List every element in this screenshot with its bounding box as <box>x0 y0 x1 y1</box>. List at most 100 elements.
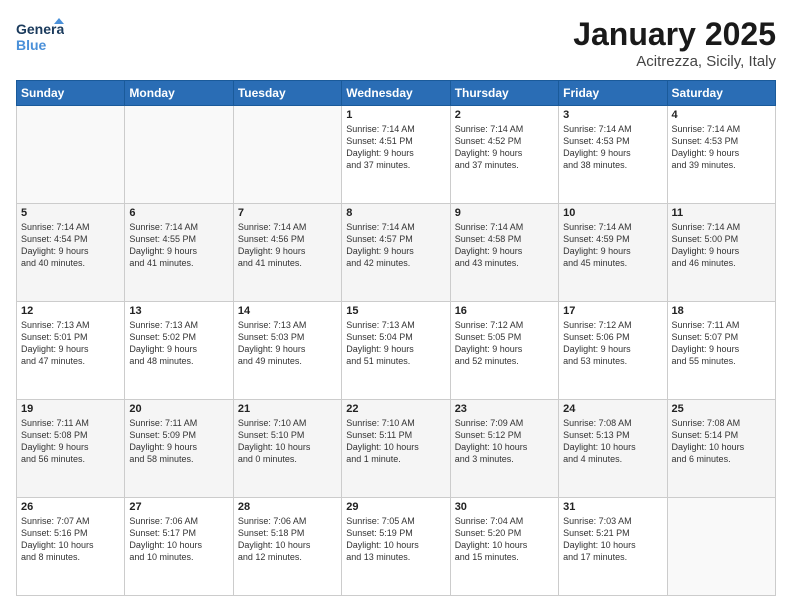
calendar-cell: 23Sunrise: 7:09 AM Sunset: 5:12 PM Dayli… <box>450 400 558 498</box>
week-row-2: 12 Sunrise: 7:13 AM Sunset: 5:01 PM Dayli… <box>17 302 776 400</box>
calendar-cell: 31 Sunrise: 7:03 AM Sunset: 5:21 PM Dayli… <box>559 498 667 596</box>
logo-icon: General Blue <box>16 16 64 56</box>
day-info: Sunrise: 7:05 AM Sunset: 5:19 PM Dayligh… <box>346 515 445 564</box>
day-info: Sunrise: 7:14 AM Sunset: 4:51 PM Dayligh… <box>346 123 445 172</box>
day-info: Sunrise: 7:10 AM Sunset: 5:10 PM Dayligh… <box>238 417 337 466</box>
day-header-wednesday: Wednesday <box>342 81 450 106</box>
day-header-tuesday: Tuesday <box>233 81 341 106</box>
day-info: Sunrise: 7:14 AM Sunset: 4:53 PM Dayligh… <box>563 123 662 172</box>
calendar-cell <box>233 106 341 204</box>
day-info: Sunrise: 7:14 AM Sunset: 4:55 PM Dayligh… <box>129 221 228 270</box>
svg-text:Blue: Blue <box>16 37 47 53</box>
day-info: Sunrise: 7:14 AM Sunset: 4:56 PM Dayligh… <box>238 221 337 270</box>
day-number: 26 <box>21 501 120 513</box>
calendar-cell: 7 Sunrise: 7:14 AM Sunset: 4:56 PM Daylig… <box>233 204 341 302</box>
day-number: 12 <box>21 305 120 317</box>
day-info: Sunrise: 7:03 AM Sunset: 5:21 PM Dayligh… <box>563 515 662 564</box>
calendar-cell: 21 Sunrise: 7:10 AM Sunset: 5:10 PM Dayli… <box>233 400 341 498</box>
calendar-cell <box>17 106 125 204</box>
day-number: 6 <box>129 207 228 219</box>
calendar-cell: 10 Sunrise: 7:14 AM Sunset: 4:59 PM Dayli… <box>559 204 667 302</box>
calendar-cell: 5Sunrise: 7:14 AM Sunset: 4:54 PM Daylig… <box>17 204 125 302</box>
day-info: Sunrise: 7:14 AM Sunset: 4:57 PM Dayligh… <box>346 221 445 270</box>
calendar-cell: 9Sunrise: 7:14 AM Sunset: 4:58 PM Daylig… <box>450 204 558 302</box>
day-number: 17 <box>563 305 662 317</box>
day-number: 14 <box>238 305 337 317</box>
calendar-cell: 27 Sunrise: 7:06 AM Sunset: 5:17 PM Dayli… <box>125 498 233 596</box>
day-number: 22 <box>346 403 445 415</box>
day-info: Sunrise: 7:04 AM Sunset: 5:20 PM Dayligh… <box>455 515 554 564</box>
day-info: Sunrise: 7:13 AM Sunset: 5:02 PM Dayligh… <box>129 319 228 368</box>
calendar-cell: 13 Sunrise: 7:13 AM Sunset: 5:02 PM Dayli… <box>125 302 233 400</box>
day-number: 18 <box>672 305 771 317</box>
day-number: 1 <box>346 109 445 121</box>
day-number: 25 <box>672 403 771 415</box>
day-number: 2 <box>455 109 554 121</box>
day-number: 19 <box>21 403 120 415</box>
logo: General Blue <box>16 16 64 61</box>
calendar-cell: 14 Sunrise: 7:13 AM Sunset: 5:03 PM Dayli… <box>233 302 341 400</box>
day-number: 16 <box>455 305 554 317</box>
day-info: Sunrise: 7:14 AM Sunset: 4:59 PM Dayligh… <box>563 221 662 270</box>
calendar-cell: 6 Sunrise: 7:14 AM Sunset: 4:55 PM Daylig… <box>125 204 233 302</box>
calendar-cell: 20 Sunrise: 7:11 AM Sunset: 5:09 PM Dayli… <box>125 400 233 498</box>
day-number: 10 <box>563 207 662 219</box>
calendar-cell: 18 Sunrise: 7:11 AM Sunset: 5:07 PM Dayli… <box>667 302 775 400</box>
day-number: 24 <box>563 403 662 415</box>
day-info: Sunrise: 7:08 AM Sunset: 5:13 PM Dayligh… <box>563 417 662 466</box>
week-row-3: 19 Sunrise: 7:11 AM Sunset: 5:08 PM Dayli… <box>17 400 776 498</box>
day-info: Sunrise: 7:12 AM Sunset: 5:06 PM Dayligh… <box>563 319 662 368</box>
day-number: 20 <box>129 403 228 415</box>
day-info: Sunrise: 7:11 AM Sunset: 5:08 PM Dayligh… <box>21 417 120 466</box>
day-info: Sunrise: 7:13 AM Sunset: 5:01 PM Dayligh… <box>21 319 120 368</box>
calendar-cell: 11 Sunrise: 7:14 AM Sunset: 5:00 PM Dayli… <box>667 204 775 302</box>
day-number: 15 <box>346 305 445 317</box>
day-info: Sunrise: 7:11 AM Sunset: 5:09 PM Dayligh… <box>129 417 228 466</box>
day-info: Sunrise: 7:11 AM Sunset: 5:07 PM Dayligh… <box>672 319 771 368</box>
calendar-cell: 15 Sunrise: 7:13 AM Sunset: 5:04 PM Dayli… <box>342 302 450 400</box>
calendar-cell: 12 Sunrise: 7:13 AM Sunset: 5:01 PM Dayli… <box>17 302 125 400</box>
calendar-cell: 4 Sunrise: 7:14 AM Sunset: 4:53 PM Daylig… <box>667 106 775 204</box>
location: Acitrezza, Sicily, Italy <box>573 53 776 70</box>
day-number: 29 <box>346 501 445 513</box>
day-info: Sunrise: 7:14 AM Sunset: 5:00 PM Dayligh… <box>672 221 771 270</box>
calendar-cell: 1 Sunrise: 7:14 AM Sunset: 4:51 PM Daylig… <box>342 106 450 204</box>
day-info: Sunrise: 7:13 AM Sunset: 5:03 PM Dayligh… <box>238 319 337 368</box>
calendar-cell <box>667 498 775 596</box>
day-header-sunday: Sunday <box>17 81 125 106</box>
day-info: Sunrise: 7:13 AM Sunset: 5:04 PM Dayligh… <box>346 319 445 368</box>
calendar-cell: 25 Sunrise: 7:08 AM Sunset: 5:14 PM Dayli… <box>667 400 775 498</box>
day-number: 27 <box>129 501 228 513</box>
day-number: 21 <box>238 403 337 415</box>
header: General Blue January 2025 Acitrezza, Sic… <box>16 16 776 70</box>
day-info: Sunrise: 7:06 AM Sunset: 5:18 PM Dayligh… <box>238 515 337 564</box>
week-row-4: 26Sunrise: 7:07 AM Sunset: 5:16 PM Dayli… <box>17 498 776 596</box>
calendar-cell: 2 Sunrise: 7:14 AM Sunset: 4:52 PM Daylig… <box>450 106 558 204</box>
day-number: 11 <box>672 207 771 219</box>
week-row-0: 1 Sunrise: 7:14 AM Sunset: 4:51 PM Daylig… <box>17 106 776 204</box>
day-number: 13 <box>129 305 228 317</box>
day-header-friday: Friday <box>559 81 667 106</box>
month-title: January 2025 <box>573 16 776 53</box>
day-info: Sunrise: 7:14 AM Sunset: 4:52 PM Dayligh… <box>455 123 554 172</box>
day-header-monday: Monday <box>125 81 233 106</box>
week-row-1: 5Sunrise: 7:14 AM Sunset: 4:54 PM Daylig… <box>17 204 776 302</box>
day-number: 3 <box>563 109 662 121</box>
calendar-cell: 17 Sunrise: 7:12 AM Sunset: 5:06 PM Dayli… <box>559 302 667 400</box>
day-header-thursday: Thursday <box>450 81 558 106</box>
calendar-cell: 8Sunrise: 7:14 AM Sunset: 4:57 PM Daylig… <box>342 204 450 302</box>
calendar-cell: 24 Sunrise: 7:08 AM Sunset: 5:13 PM Dayli… <box>559 400 667 498</box>
day-info: Sunrise: 7:08 AM Sunset: 5:14 PM Dayligh… <box>672 417 771 466</box>
day-number: 9 <box>455 207 554 219</box>
calendar: SundayMondayTuesdayWednesdayThursdayFrid… <box>16 80 776 596</box>
calendar-cell: 16Sunrise: 7:12 AM Sunset: 5:05 PM Dayli… <box>450 302 558 400</box>
day-number: 7 <box>238 207 337 219</box>
calendar-cell: 19 Sunrise: 7:11 AM Sunset: 5:08 PM Dayli… <box>17 400 125 498</box>
day-number: 31 <box>563 501 662 513</box>
day-number: 5 <box>21 207 120 219</box>
day-header-saturday: Saturday <box>667 81 775 106</box>
day-info: Sunrise: 7:06 AM Sunset: 5:17 PM Dayligh… <box>129 515 228 564</box>
day-info: Sunrise: 7:14 AM Sunset: 4:53 PM Dayligh… <box>672 123 771 172</box>
calendar-cell: 26Sunrise: 7:07 AM Sunset: 5:16 PM Dayli… <box>17 498 125 596</box>
day-number: 4 <box>672 109 771 121</box>
